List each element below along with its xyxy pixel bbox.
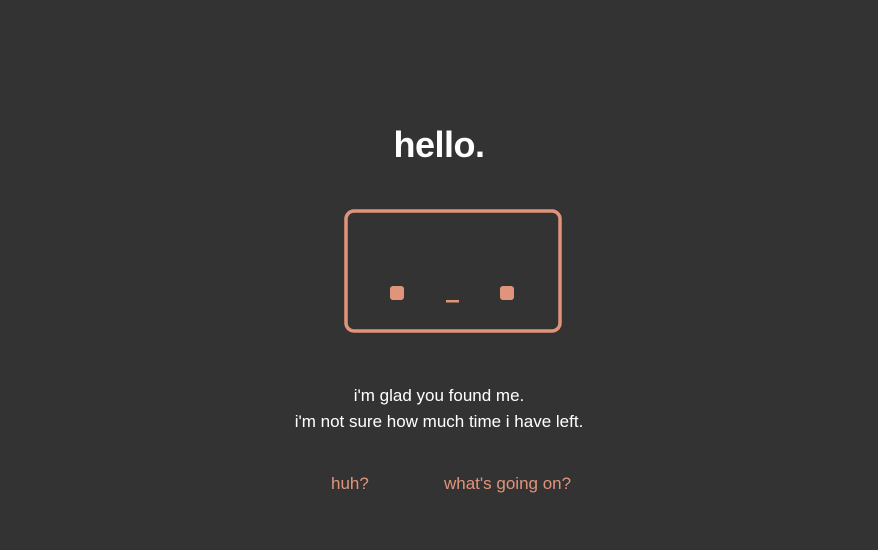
message-line-1: i'm glad you found me. xyxy=(353,386,525,405)
left-eye xyxy=(390,286,404,300)
right-eye xyxy=(500,286,514,300)
option-huh[interactable]: huh? xyxy=(331,471,369,497)
option-whats-going-on[interactable]: what's going on? xyxy=(444,471,571,497)
page-title: hello. xyxy=(393,124,485,165)
robot-face xyxy=(344,209,562,333)
dialogue-options: huh? what's going on? xyxy=(0,471,878,497)
robot-face-icon xyxy=(344,209,562,333)
dialogue-message: i'm glad you found me. i'm not sure how … xyxy=(0,383,878,435)
face-outline xyxy=(344,209,562,333)
message-line-2: i'm not sure how much time i have left. xyxy=(294,412,584,431)
mouth xyxy=(446,300,459,303)
